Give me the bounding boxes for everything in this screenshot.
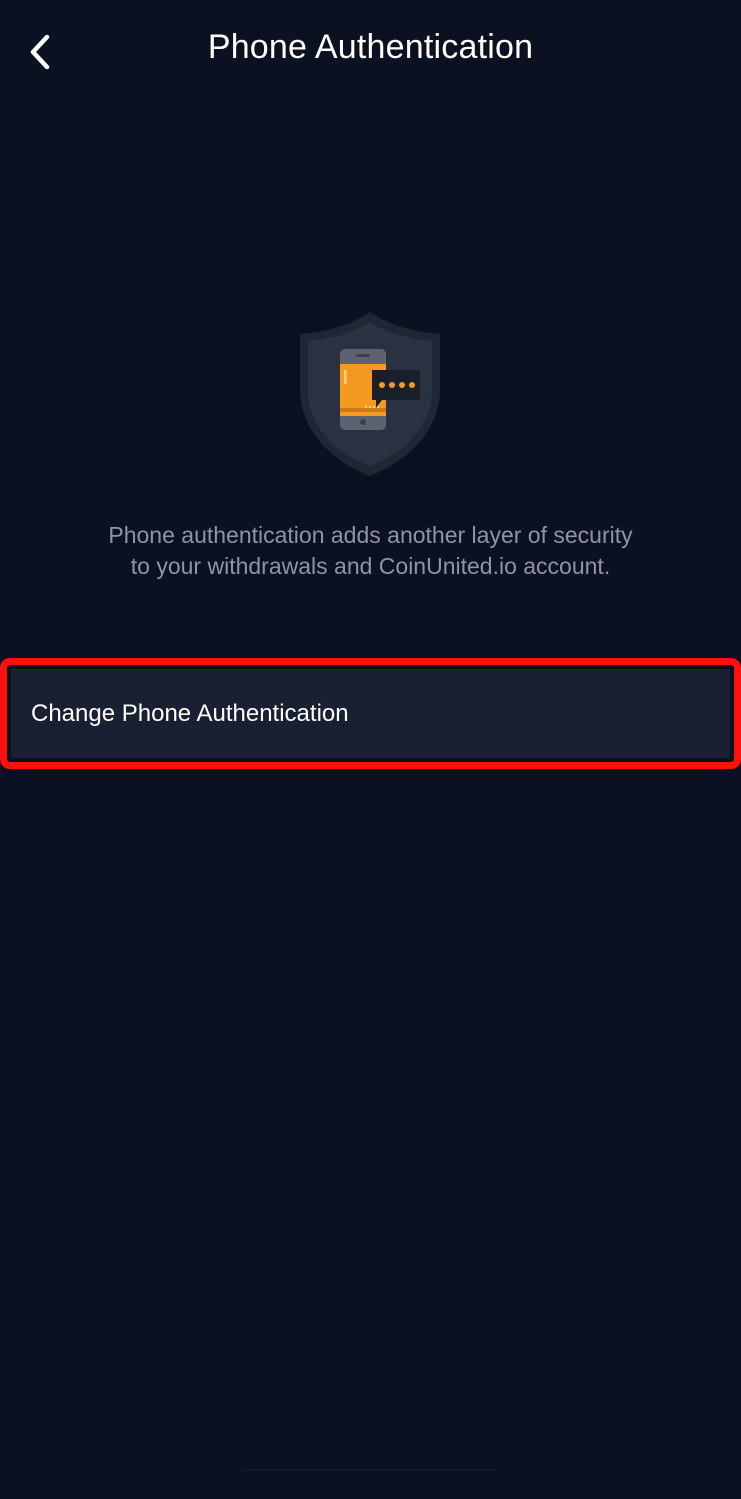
- home-indicator: [242, 1469, 498, 1471]
- description-line-1: Phone authentication adds another layer …: [108, 522, 633, 548]
- description-text: Phone authentication adds another layer …: [40, 520, 701, 582]
- page-title: Phone Authentication: [207, 28, 534, 66]
- phone-authentication-screen: Phone Authentication Phone authenticatio…: [0, 0, 741, 1499]
- highlight-frame: [0, 658, 741, 769]
- shield-phone-message-icon: [290, 308, 450, 480]
- description-line-2: to your withdrawals and CoinUnited.io ac…: [130, 553, 611, 579]
- header: Phone Authentication: [0, 0, 741, 96]
